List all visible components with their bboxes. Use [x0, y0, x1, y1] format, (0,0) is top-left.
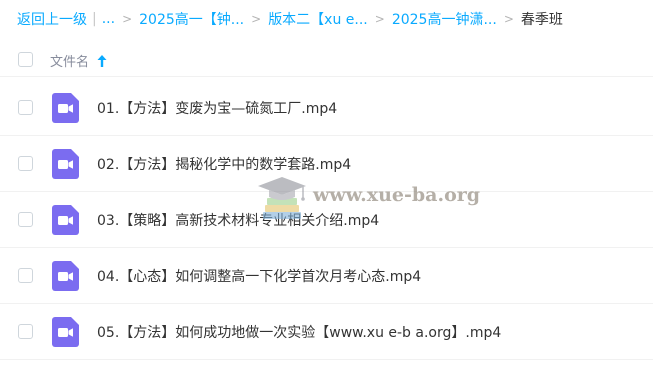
column-header-filename-label: 文件名: [50, 55, 90, 70]
file-name[interactable]: 04.【心态】如何调整高一下化学首次月考心态.mp4: [97, 266, 421, 286]
video-file-icon: [52, 93, 79, 123]
breadcrumb-current: 春季班: [520, 12, 563, 28]
file-name[interactable]: 05.【方法】如何成功地做一次实验【www.xu e-b a.org】.mp4: [97, 322, 501, 342]
file-row-checkbox[interactable]: [18, 100, 33, 115]
video-file-icon: [52, 261, 79, 291]
breadcrumb-separator: >: [122, 12, 133, 26]
breadcrumb-divider: |: [92, 11, 97, 27]
video-file-icon: [52, 205, 79, 235]
column-header-filename[interactable]: 文件名: [50, 51, 108, 70]
video-file-icon: [52, 317, 79, 347]
file-row[interactable]: 05.【方法】如何成功地做一次实验【www.xu e-b a.org】.mp4: [0, 304, 653, 360]
back-link[interactable]: 返回上一级: [17, 9, 87, 29]
file-name[interactable]: 01.【方法】变废为宝—硫氮工厂.mp4: [97, 98, 337, 118]
file-row-checkbox[interactable]: [18, 156, 33, 171]
select-all-checkbox[interactable]: [18, 52, 33, 67]
breadcrumb: 返回上一级 | ... > 2025高一【钟... > 版本二【xu e... …: [17, 8, 563, 30]
arrow-up-icon[interactable]: [96, 54, 108, 68]
file-row[interactable]: 03.【策略】高新技术材料专业相关介绍.mp4: [0, 192, 653, 248]
breadcrumb-item-2025-course[interactable]: 2025高一【钟...: [139, 9, 244, 29]
breadcrumb-separator: >: [503, 12, 514, 26]
file-row-checkbox[interactable]: [18, 268, 33, 283]
breadcrumb-separator: >: [251, 12, 262, 26]
file-row[interactable]: 01.【方法】变废为宝—硫氮工厂.mp4: [0, 80, 653, 136]
breadcrumb-item-version-two[interactable]: 版本二【xu e...: [268, 9, 368, 29]
file-row-checkbox[interactable]: [18, 212, 33, 227]
breadcrumb-separator: >: [374, 12, 385, 26]
breadcrumb-ellipsis[interactable]: ...: [102, 11, 115, 27]
file-row[interactable]: 02.【方法】揭秘化学中的数学套路.mp4: [0, 136, 653, 192]
file-row-checkbox[interactable]: [18, 324, 33, 339]
video-file-icon: [52, 149, 79, 179]
file-list-header: 文件名: [0, 46, 653, 77]
file-name[interactable]: 02.【方法】揭秘化学中的数学套路.mp4: [97, 154, 351, 174]
file-row[interactable]: 04.【心态】如何调整高一下化学首次月考心态.mp4: [0, 248, 653, 304]
file-name[interactable]: 03.【策略】高新技术材料专业相关介绍.mp4: [97, 210, 379, 230]
breadcrumb-item-teacher-folder[interactable]: 2025高一钟潇...: [392, 9, 497, 29]
